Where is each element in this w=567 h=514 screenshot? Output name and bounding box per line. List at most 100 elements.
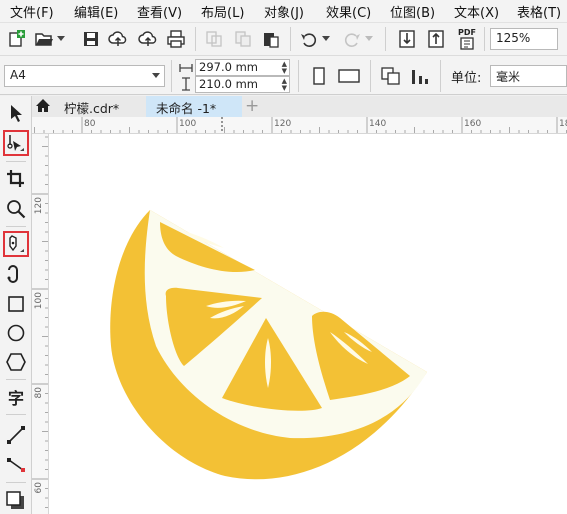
property-bar: A4 297.0 mm ▲ ▼ 210.0 mm ▲ ▼ 单位: 毫米 (0, 55, 567, 95)
ruler-label: 100 (179, 119, 196, 129)
polygon-tool-icon[interactable] (3, 349, 29, 375)
toolbox-divider (6, 482, 26, 483)
print-icon[interactable] (165, 28, 187, 50)
units-label: 单位: (451, 71, 482, 86)
horizontal-ruler[interactable]: 80 100 120 140 160 180 (32, 117, 567, 134)
add-tab-label: + (245, 96, 260, 116)
menu-edit[interactable]: 编辑(E) (74, 2, 118, 21)
cloud-upload-icon[interactable] (107, 28, 129, 50)
current-page-icon[interactable] (409, 65, 431, 87)
page-height-icon (178, 77, 194, 91)
undo-icon[interactable] (298, 28, 320, 50)
menu-bar: 文件(F) 编辑(E) 查看(V) 布局(L) 对象(J) 效果(C) 位图(B… (0, 0, 567, 22)
cut-icon (203, 28, 225, 50)
document-tab-bar: 柠檬.cdr* 未命名 -1* + (32, 96, 567, 117)
page-width-icon (178, 61, 194, 75)
ruler-label: 140 (369, 119, 386, 129)
new-document-icon[interactable] (5, 28, 27, 50)
tab-label: 柠檬.cdr* (64, 101, 120, 116)
ruler-label: 160 (464, 119, 481, 129)
toolbar-divider (171, 60, 172, 92)
toolbar-divider (298, 60, 299, 92)
text-tool-icon[interactable]: 字 (3, 384, 29, 410)
ruler-label: 80 (34, 387, 44, 399)
ellipse-tool-icon[interactable] (3, 320, 29, 346)
copy-icon (232, 28, 254, 50)
open-folder-icon[interactable] (33, 28, 55, 50)
import-icon[interactable] (396, 28, 418, 50)
page-height-input[interactable]: 210.0 mm ▲ ▼ (195, 76, 290, 93)
tab-label: 未命名 -1* (156, 101, 217, 116)
toolbar-divider (195, 27, 196, 51)
page-size-select[interactable]: A4 (4, 65, 165, 87)
export-icon[interactable] (425, 28, 447, 50)
standard-toolbar: PDF 125% (0, 22, 567, 55)
zoom-tool-icon[interactable] (3, 196, 29, 222)
landscape-icon[interactable] (336, 65, 362, 87)
toolbar-divider (385, 27, 386, 51)
menu-text[interactable]: 文本(X) (454, 2, 499, 21)
all-pages-icon[interactable] (380, 65, 402, 87)
rectangle-tool-icon[interactable] (3, 291, 29, 317)
units-value: 毫米 (496, 70, 521, 84)
page-height-value: 210.0 mm (199, 77, 258, 91)
artistic-media-icon[interactable] (3, 262, 29, 288)
chevron-down-icon[interactable] (320, 28, 332, 50)
toolbox-divider (6, 161, 26, 162)
menu-effects[interactable]: 效果(C) (326, 2, 371, 21)
units-select[interactable]: 毫米 (490, 65, 567, 87)
chevron-down-icon[interactable] (148, 66, 164, 86)
shape-tool-icon[interactable] (3, 130, 29, 156)
zoom-level-value: 125% (496, 31, 531, 45)
pen-tool-icon[interactable] (3, 231, 29, 257)
crop-tool-icon[interactable] (3, 166, 29, 192)
vertical-ruler[interactable]: 120 100 80 60 (32, 134, 49, 514)
chevron-down-icon (363, 28, 375, 50)
pdf-label: PDF (458, 28, 476, 37)
drawing-canvas[interactable] (49, 134, 567, 514)
lemon-slice-drawing[interactable] (49, 134, 567, 514)
chevron-down-icon[interactable] (55, 28, 67, 50)
ruler-label: 100 (34, 292, 44, 309)
toolbox-divider (6, 379, 26, 380)
toolbar-divider (440, 60, 441, 92)
connector-tool-icon[interactable] (3, 452, 29, 478)
tab-lemon-cdr[interactable]: 柠檬.cdr* (54, 96, 154, 117)
toolbox-divider (6, 226, 26, 227)
menu-bitmaps[interactable]: 位图(B) (390, 2, 435, 21)
ruler-label: 120 (274, 119, 291, 129)
ruler-label: 80 (84, 119, 96, 129)
toolbar-divider (484, 27, 485, 51)
toolbox-divider (6, 414, 26, 415)
lemon-slice[interactable] (110, 210, 428, 480)
toolbar-divider (370, 60, 371, 92)
cloud-share-icon[interactable] (137, 28, 159, 50)
zoom-level-combo[interactable]: 125% (490, 28, 558, 50)
shadow-tool-icon[interactable] (3, 488, 29, 514)
ruler-label: 120 (34, 197, 44, 214)
menu-layout[interactable]: 布局(L) (201, 2, 244, 21)
menu-file[interactable]: 文件(F) (10, 2, 54, 21)
portrait-icon[interactable] (308, 65, 330, 87)
menu-view[interactable]: 查看(V) (137, 2, 182, 21)
text-tool-glyph: 字 (7, 389, 24, 408)
tab-untitled[interactable]: 未命名 -1* (146, 96, 242, 117)
redo-icon (341, 28, 363, 50)
ruler-label: 180 (559, 119, 567, 129)
menu-object[interactable]: 对象(J) (264, 2, 304, 21)
spinner-icon[interactable]: ▲ ▼ (282, 61, 287, 75)
toolbox: 字 (0, 96, 32, 514)
home-icon[interactable] (32, 96, 54, 117)
save-icon[interactable] (80, 28, 102, 50)
spinner-icon[interactable]: ▲ ▼ (282, 78, 287, 92)
page-width-input[interactable]: 297.0 mm ▲ ▼ (195, 59, 290, 76)
page-width-value: 297.0 mm (199, 60, 258, 74)
add-tab-button[interactable]: + (242, 96, 264, 117)
menu-table[interactable]: 表格(T) (517, 2, 561, 21)
paste-icon[interactable] (260, 28, 282, 50)
pick-tool-icon[interactable] (3, 100, 29, 126)
toolbar-divider (290, 27, 291, 51)
pdf-icon[interactable]: PDF (455, 26, 479, 52)
page-size-value: A4 (10, 68, 26, 82)
line-tool-icon[interactable] (3, 422, 29, 448)
